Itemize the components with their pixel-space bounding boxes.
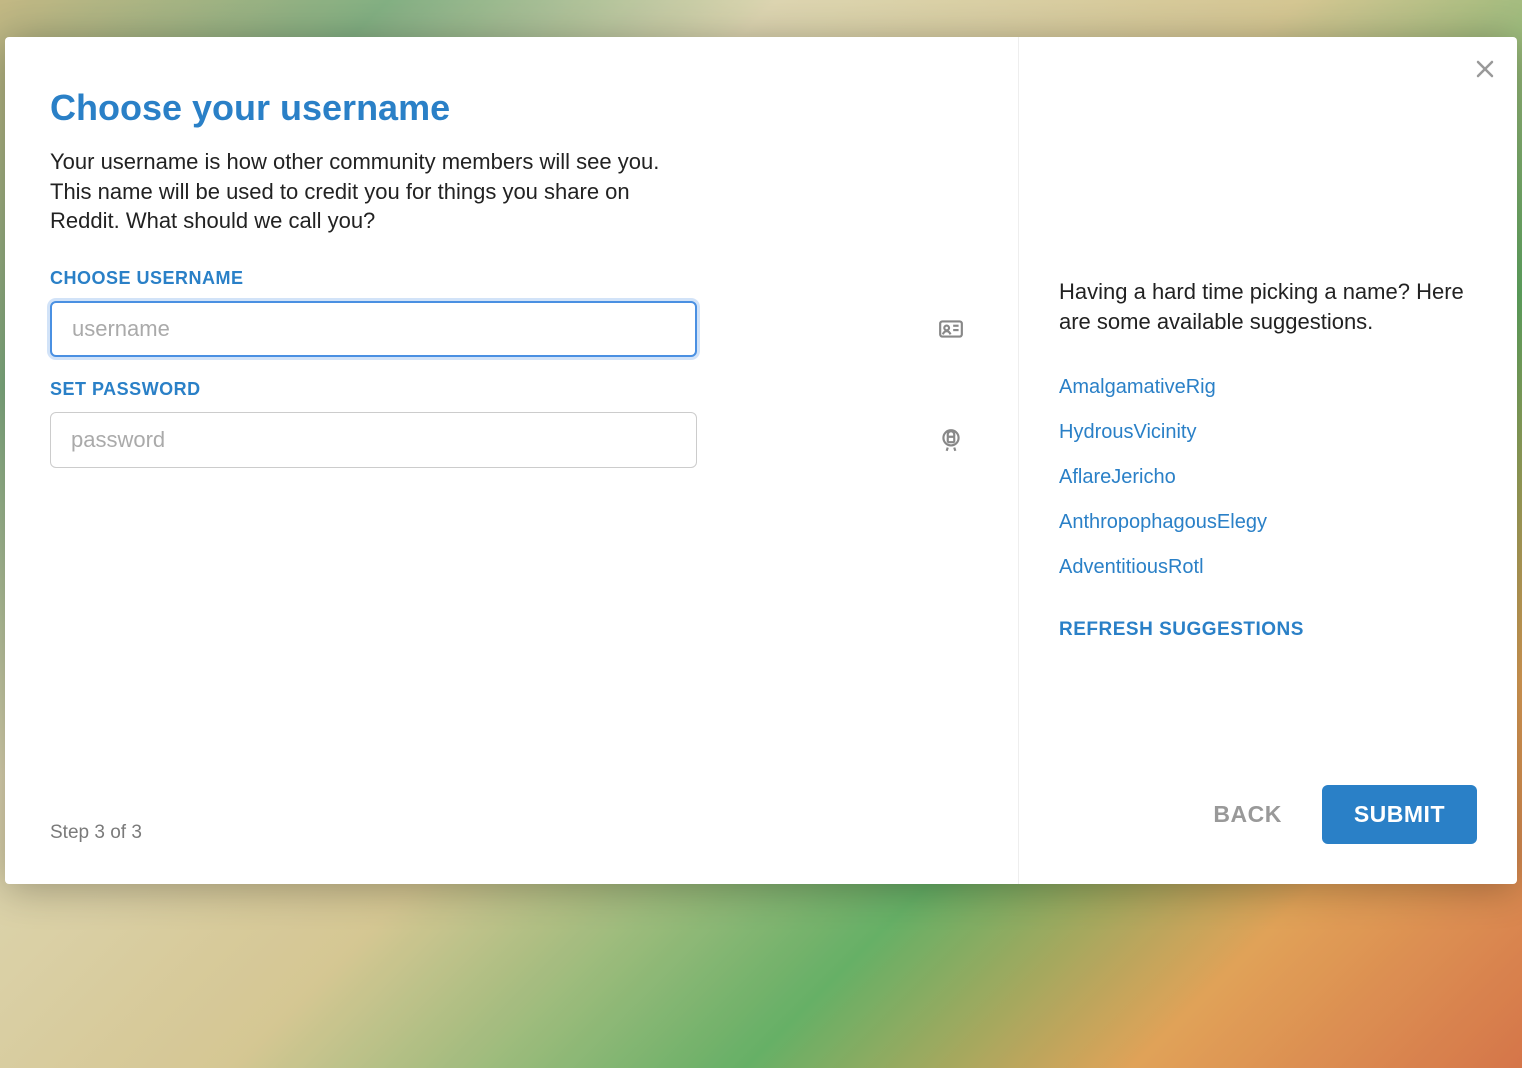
password-input-wrap <box>50 412 978 468</box>
suggestion-item[interactable]: AflareJericho <box>1059 466 1477 489</box>
suggestion-item[interactable]: HydrousVicinity <box>1059 421 1477 444</box>
password-input[interactable] <box>50 412 697 468</box>
suggestion-item[interactable]: AmalgamativeRig <box>1059 376 1477 399</box>
modal-title: Choose your username <box>50 87 978 129</box>
back-button[interactable]: BACK <box>1213 801 1281 828</box>
password-label: SET PASSWORD <box>50 379 978 400</box>
username-input-wrap <box>50 301 978 357</box>
suggestion-list: AmalgamativeRig HydrousVicinity AflareJe… <box>1059 376 1477 579</box>
footer-actions: BACK SUBMIT <box>1059 785 1477 844</box>
username-input[interactable] <box>50 301 697 357</box>
suggestions-intro: Having a hard time picking a name? Here … <box>1059 277 1477 336</box>
submit-button[interactable]: SUBMIT <box>1322 785 1477 844</box>
suggestion-item[interactable]: AdventitiousRotl <box>1059 556 1477 579</box>
suggestions-panel: Having a hard time picking a name? Here … <box>1018 37 1517 884</box>
refresh-suggestions-button[interactable]: REFRESH SUGGESTIONS <box>1059 619 1477 641</box>
suggestion-item[interactable]: AnthropophagousElegy <box>1059 511 1477 534</box>
close-icon <box>1473 57 1497 81</box>
signup-modal: Choose your username Your username is ho… <box>5 37 1517 884</box>
username-label: CHOOSE USERNAME <box>50 268 978 289</box>
lock-icon <box>938 427 964 453</box>
step-indicator: Step 3 of 3 <box>50 822 978 844</box>
close-button[interactable] <box>1471 55 1499 83</box>
id-card-icon <box>938 316 964 342</box>
form-panel: Choose your username Your username is ho… <box>5 37 1018 884</box>
modal-subtitle: Your username is how other community mem… <box>50 147 680 236</box>
